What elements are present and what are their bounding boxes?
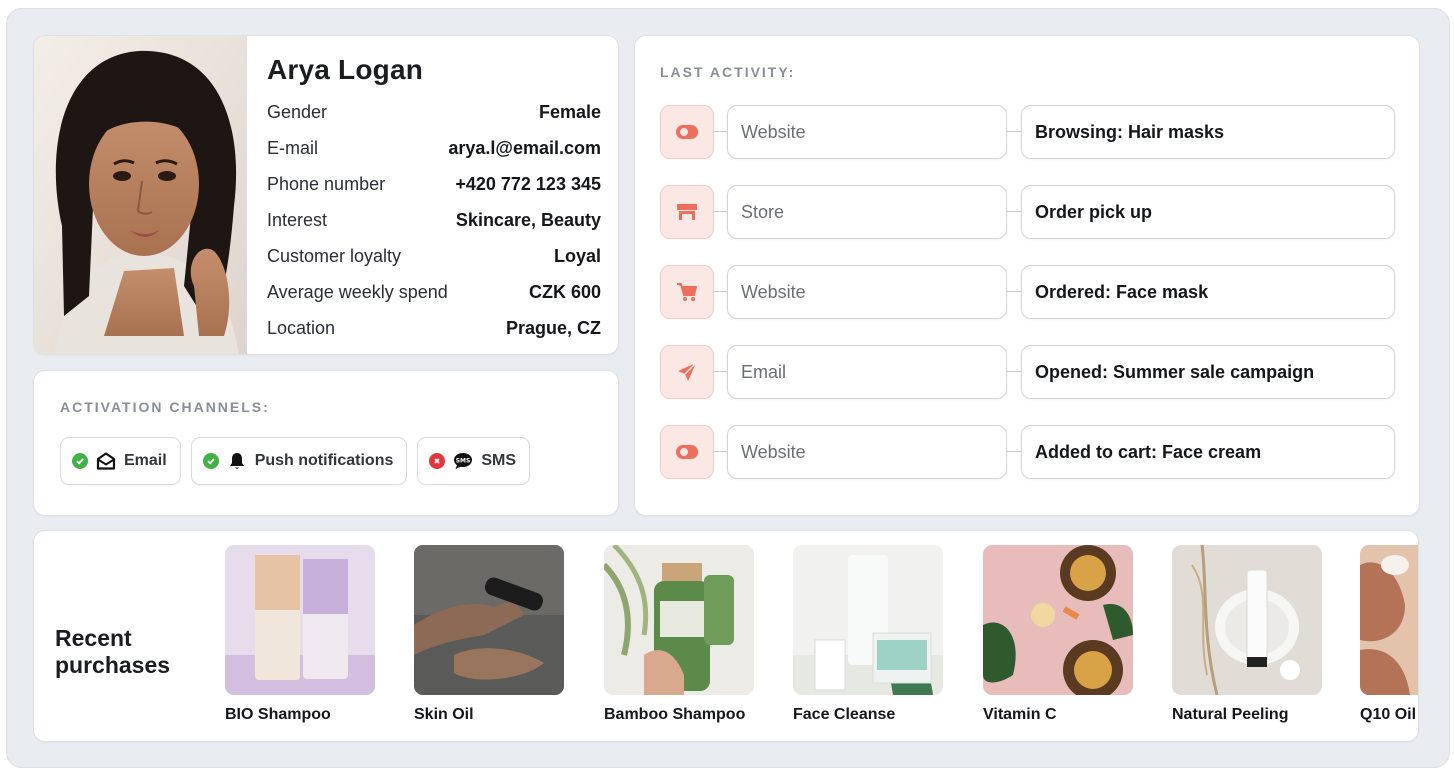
activation-channels-title: ACTIVATION CHANNELS: bbox=[60, 399, 270, 415]
customer-profile-card: Arya Logan Gender Female E-mail arya.l@ema… bbox=[33, 35, 619, 355]
product-name: Natural Peeling bbox=[1172, 706, 1289, 723]
activation-channels-card: ACTIVATION CHANNELS: Email Push notifica… bbox=[33, 370, 619, 516]
activity-row[interactable]: Website Browsing: Hair masks bbox=[660, 105, 1395, 159]
field-email: E-mail arya.l@email.com bbox=[267, 138, 601, 158]
field-gender: Gender Female bbox=[267, 102, 601, 122]
product-name: BIO Shampoo bbox=[225, 706, 331, 723]
field-interest: Interest Skincare, Beauty bbox=[267, 210, 601, 230]
toggle-icon bbox=[660, 425, 714, 479]
product-name: Face Cleanse bbox=[793, 706, 896, 723]
sms-bubble-icon: SMS bbox=[453, 451, 473, 471]
activity-event: Added to cart: Face cream bbox=[1021, 425, 1395, 479]
product-name: Skin Oil bbox=[414, 706, 474, 723]
channel-chip-push[interactable]: Push notifications bbox=[190, 437, 408, 485]
product-image bbox=[1172, 545, 1322, 695]
activity-channel: Email bbox=[727, 345, 1007, 399]
connector-line bbox=[714, 451, 727, 452]
recent-purchases-card: Recent purchases BIO Shampoo Skin Oil Ba… bbox=[33, 530, 1419, 742]
field-loyalty: Customer loyalty Loyal bbox=[267, 246, 601, 266]
activity-row[interactable]: Email Opened: Summer sale campaign bbox=[660, 345, 1395, 399]
toggle-icon bbox=[660, 105, 714, 159]
product-card[interactable]: Face Cleanse bbox=[793, 545, 943, 724]
product-name: Q10 Oil bbox=[1360, 706, 1417, 723]
product-image bbox=[1360, 545, 1418, 695]
product-card[interactable]: BIO Shampoo bbox=[225, 545, 375, 724]
store-icon bbox=[660, 185, 714, 239]
activity-row[interactable]: Website Ordered: Face mask bbox=[660, 265, 1395, 319]
bell-icon bbox=[227, 451, 247, 471]
channel-label: SMS bbox=[481, 452, 517, 469]
activity-row[interactable]: Website Added to cart: Face cream bbox=[660, 425, 1395, 479]
activity-event: Ordered: Face mask bbox=[1021, 265, 1395, 319]
product-name: Vitamin C bbox=[983, 706, 1057, 723]
recent-purchases-title: Recent purchases bbox=[55, 625, 171, 678]
field-location: Location Prague, CZ bbox=[267, 318, 601, 338]
activity-channel: Website bbox=[727, 425, 1007, 479]
connector-line bbox=[714, 211, 727, 212]
connector-line bbox=[714, 371, 727, 372]
product-card[interactable]: Skin Oil bbox=[414, 545, 564, 724]
activity-channel: Store bbox=[727, 185, 1007, 239]
product-image bbox=[983, 545, 1133, 695]
connector-line bbox=[1007, 131, 1021, 132]
activity-event: Browsing: Hair masks bbox=[1021, 105, 1395, 159]
check-icon bbox=[202, 453, 219, 469]
activity-event: Opened: Summer sale campaign bbox=[1021, 345, 1395, 399]
connector-line bbox=[1007, 371, 1021, 372]
product-card[interactable]: Bamboo Shampoo bbox=[604, 545, 754, 724]
last-activity-title: LAST ACTIVITY: bbox=[660, 64, 796, 80]
channel-label: Push notifications bbox=[254, 452, 394, 469]
last-activity-card: LAST ACTIVITY: Website Browsing: Hair ma… bbox=[634, 35, 1420, 516]
check-icon bbox=[72, 453, 88, 469]
profile-fields: Gender Female E-mail arya.l@email.com Phon… bbox=[267, 94, 601, 346]
channel-chip-sms[interactable]: SMS SMS bbox=[417, 437, 531, 485]
product-card[interactable]: Q10 Oil bbox=[1360, 545, 1418, 724]
activity-channel: Website bbox=[727, 265, 1007, 319]
activity-row[interactable]: Store Order pick up bbox=[660, 185, 1395, 239]
activity-channel: Website bbox=[727, 105, 1007, 159]
paper-plane-icon bbox=[660, 345, 714, 399]
product-image bbox=[604, 545, 754, 695]
channel-label: Email bbox=[124, 452, 167, 469]
connector-line bbox=[714, 291, 727, 292]
x-icon bbox=[429, 453, 446, 469]
connector-line bbox=[1007, 451, 1021, 452]
product-card[interactable]: Vitamin C bbox=[983, 545, 1133, 724]
customer-name: Arya Logan bbox=[267, 54, 424, 85]
field-weekly-spend: Average weekly spend CZK 600 bbox=[267, 282, 601, 302]
connector-line bbox=[1007, 291, 1021, 292]
product-name: Bamboo Shampoo bbox=[604, 706, 746, 723]
field-phone: Phone number +420 772 123 345 bbox=[267, 174, 601, 194]
svg-text:SMS: SMS bbox=[456, 458, 471, 465]
product-image bbox=[225, 545, 375, 695]
channel-chip-email[interactable]: Email bbox=[60, 437, 181, 485]
envelope-open-icon bbox=[96, 451, 116, 471]
connector-line bbox=[1007, 211, 1021, 212]
product-card[interactable]: Natural Peeling bbox=[1172, 545, 1322, 724]
product-image bbox=[793, 545, 943, 695]
activity-event: Order pick up bbox=[1021, 185, 1395, 239]
connector-line bbox=[714, 131, 727, 132]
customer-photo bbox=[34, 36, 247, 354]
cart-icon bbox=[660, 265, 714, 319]
product-image bbox=[414, 545, 564, 695]
